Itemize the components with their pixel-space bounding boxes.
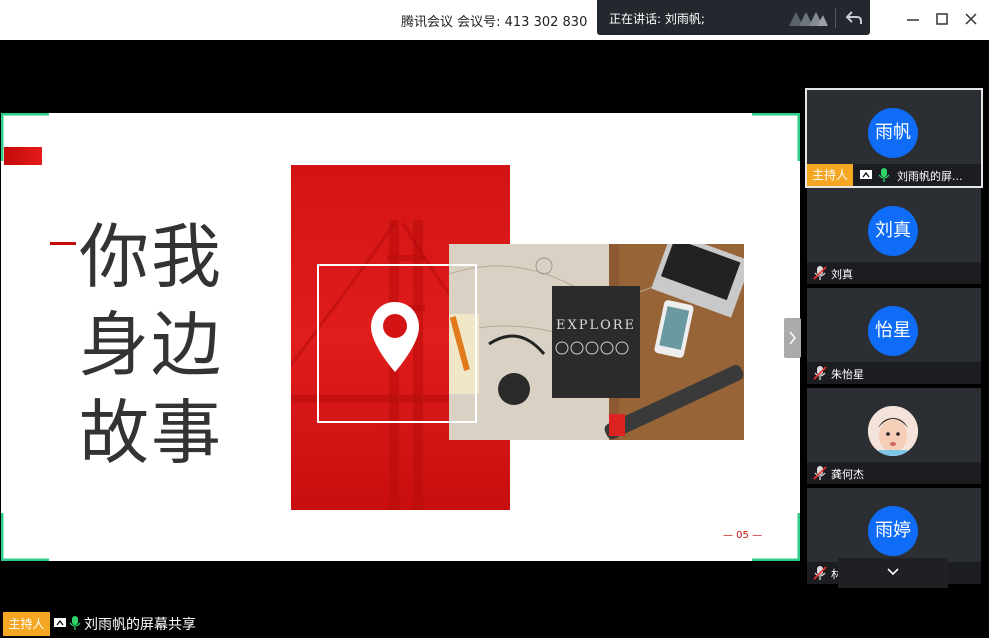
speaking-indicator: 正在讲话: 刘雨帆; — [597, 0, 870, 35]
mic-icon — [69, 616, 81, 630]
avatar: 雨婷 — [868, 506, 918, 556]
mic-muted-icon — [813, 366, 827, 380]
mic-muted-icon — [813, 566, 827, 580]
participant-name: 龚何杰 — [831, 468, 864, 481]
location-pin-icon — [371, 302, 419, 372]
book-title: EXPLORE — [556, 318, 636, 333]
undo-icon[interactable] — [843, 7, 865, 29]
slide-title-line-1: 你我 — [79, 216, 223, 298]
avatar — [868, 406, 918, 456]
share-screen-icon — [860, 170, 872, 179]
frame-corner-bl — [1, 513, 49, 561]
participant-name: 朱怡星 — [831, 368, 864, 381]
participants-panel: 雨帆 主持人 刘雨帆的屏... 刘真 刘真 怡星 朱怡星 龚何杰 雨婷 — [805, 88, 984, 588]
next-page-button[interactable] — [784, 318, 801, 358]
scroll-participants-down-button[interactable] — [838, 558, 948, 588]
avatar: 怡星 — [868, 306, 918, 356]
avatar: 刘真 — [868, 206, 918, 256]
chevron-down-icon — [887, 568, 899, 576]
travel-photo: EXPLORE — [449, 244, 744, 440]
slide-title-line-2: 身边 — [79, 304, 223, 386]
tile-name-bar: 主持人 刘雨帆的屏... — [807, 164, 981, 186]
bottom-status-bar: 主持人 刘雨帆的屏幕共享 — [0, 610, 805, 638]
minimize-icon[interactable] — [904, 10, 922, 28]
participant-tile[interactable]: 怡星 朱怡星 — [807, 288, 981, 384]
tile-name-bar: 龚何杰 — [807, 462, 981, 484]
frame-corner-br — [752, 513, 800, 561]
participant-name: 刘雨帆的屏... — [897, 170, 963, 183]
chevron-right-icon — [789, 331, 796, 345]
tile-name-bar: 朱怡星 — [807, 362, 981, 384]
participant-tile[interactable]: 雨帆 主持人 刘雨帆的屏... — [805, 88, 983, 188]
host-badge: 主持人 — [807, 164, 853, 186]
slide-title-line-3: 故事 — [79, 392, 223, 474]
speaking-wave-icon — [789, 12, 828, 26]
screen-share-label: 刘雨帆的屏幕共享 — [84, 617, 196, 633]
close-icon[interactable] — [962, 10, 980, 28]
host-badge: 主持人 — [3, 612, 50, 636]
mic-muted-icon — [813, 266, 827, 280]
speaking-text: 正在讲话: 刘雨帆; — [609, 12, 705, 26]
participant-tile[interactable]: 刘真 刘真 — [807, 188, 981, 284]
separator — [835, 8, 836, 28]
meeting-info: 腾讯会议 会议号: 413 302 830 — [401, 15, 588, 30]
presentation-slide: 你我 身边 故事 EXPLORE — 05 — — [1, 113, 800, 561]
mic-icon — [878, 168, 890, 182]
maximize-icon[interactable] — [933, 10, 951, 28]
mic-muted-icon — [813, 466, 827, 480]
frame-corner-tr — [752, 113, 800, 161]
share-screen-icon — [54, 618, 66, 627]
participant-tile[interactable]: 龚何杰 — [807, 388, 981, 484]
slide-dash — [50, 242, 76, 245]
participant-name: 刘真 — [831, 268, 853, 281]
frame-corner-tl — [1, 113, 49, 161]
avatar: 雨帆 — [868, 108, 918, 158]
title-bar: 腾讯会议 会议号: 413 302 830 正在讲话: 刘雨帆; — [0, 0, 989, 40]
tile-name-bar: 刘真 — [807, 262, 981, 284]
